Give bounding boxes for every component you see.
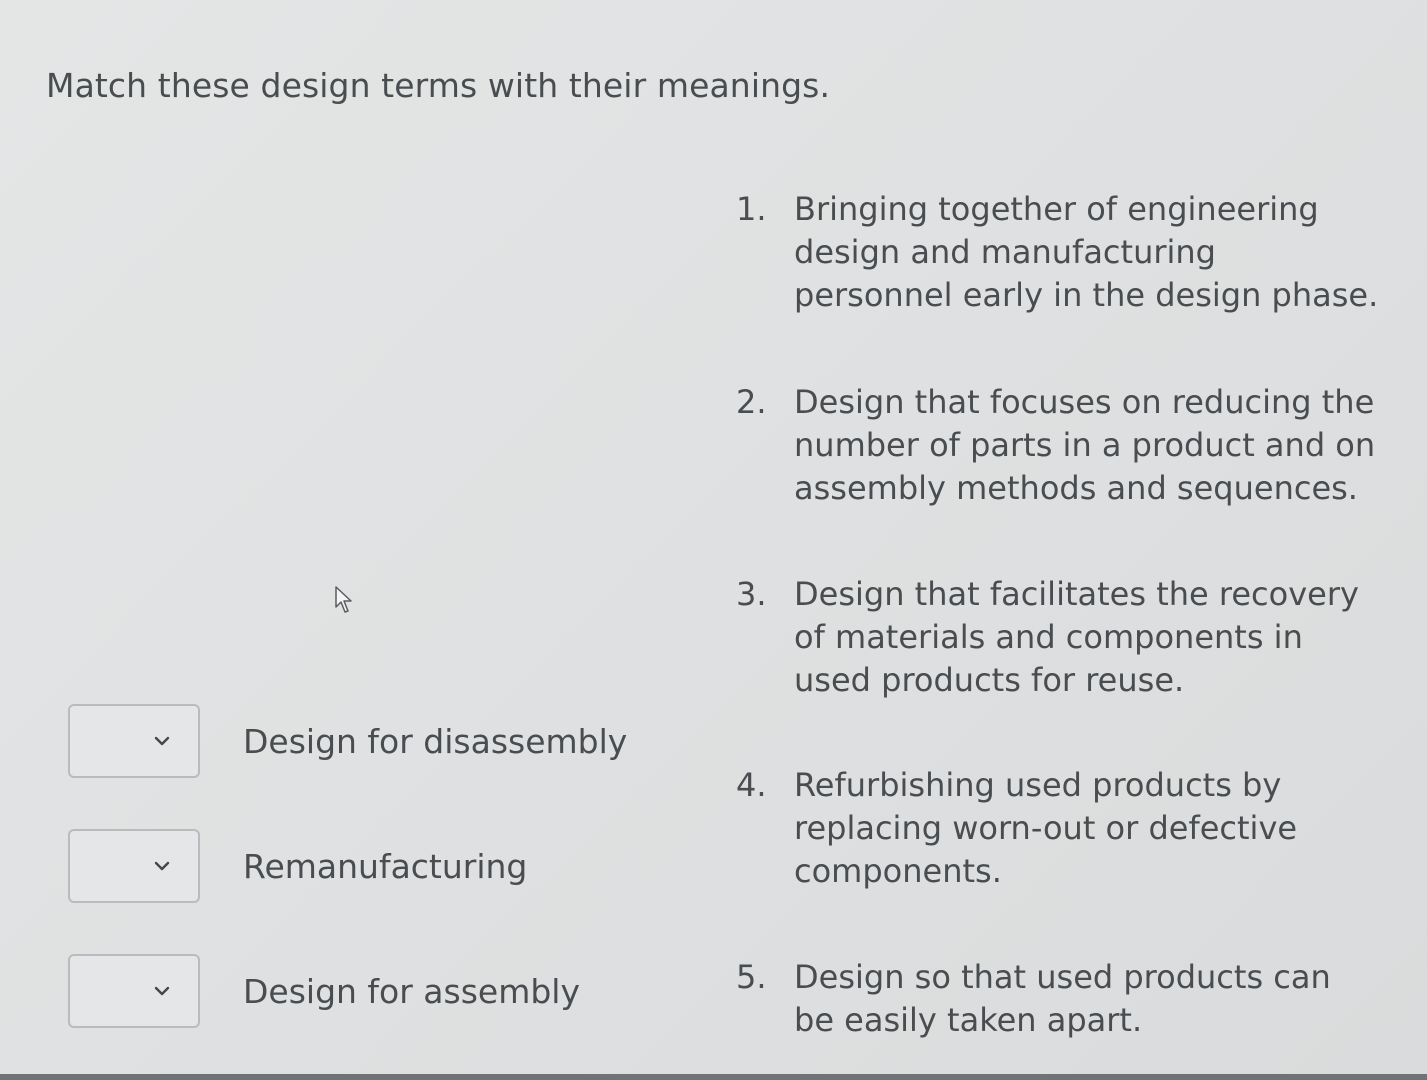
answer-item-3: 3. Design that facilitates the recovery … (730, 573, 1380, 702)
match-select-design-for-assembly[interactable] (68, 954, 200, 1028)
term-row-design-for-disassembly: Design for disassembly (68, 704, 627, 778)
mouse-pointer-icon (335, 586, 352, 613)
question-prompt: Match these design terms with their mean… (46, 66, 831, 105)
answer-number: 1. (736, 190, 767, 228)
term-label: Remanufacturing (243, 846, 528, 886)
answer-text: Refurbishing used products by replacing … (794, 766, 1298, 890)
match-select-design-for-disassembly[interactable] (68, 704, 200, 778)
answer-item-5: 5. Design so that used products can be e… (730, 956, 1380, 1042)
chevron-down-icon (154, 861, 170, 871)
term-label: Design for assembly (243, 971, 580, 1011)
answer-item-4: 4. Refurbishing used products by replaci… (730, 764, 1380, 893)
term-row-design-for-assembly: Design for assembly (68, 954, 580, 1028)
term-row-remanufacturing: Remanufacturing (68, 829, 527, 903)
answer-number: 3. (736, 575, 767, 613)
answer-text: Design that focuses on reducing the numb… (794, 383, 1376, 507)
answer-number: 2. (736, 383, 767, 421)
quiz-page: Match these design terms with their mean… (0, 0, 1427, 1080)
answer-item-1: 1. Bringing together of engineering desi… (730, 188, 1380, 317)
answer-number: 5. (736, 958, 767, 996)
match-select-remanufacturing[interactable] (68, 829, 200, 903)
chevron-down-icon (154, 986, 170, 996)
bottom-border (0, 1074, 1427, 1080)
term-label: Design for disassembly (243, 721, 628, 761)
chevron-down-icon (154, 736, 170, 746)
answer-text: Design so that used products can be easi… (794, 958, 1331, 1039)
answer-number: 4. (736, 766, 767, 804)
answer-text: Design that facilitates the recovery of … (794, 575, 1359, 699)
answer-item-2: 2. Design that focuses on reducing the n… (730, 381, 1380, 510)
answer-text: Bringing together of engineering design … (794, 190, 1379, 314)
